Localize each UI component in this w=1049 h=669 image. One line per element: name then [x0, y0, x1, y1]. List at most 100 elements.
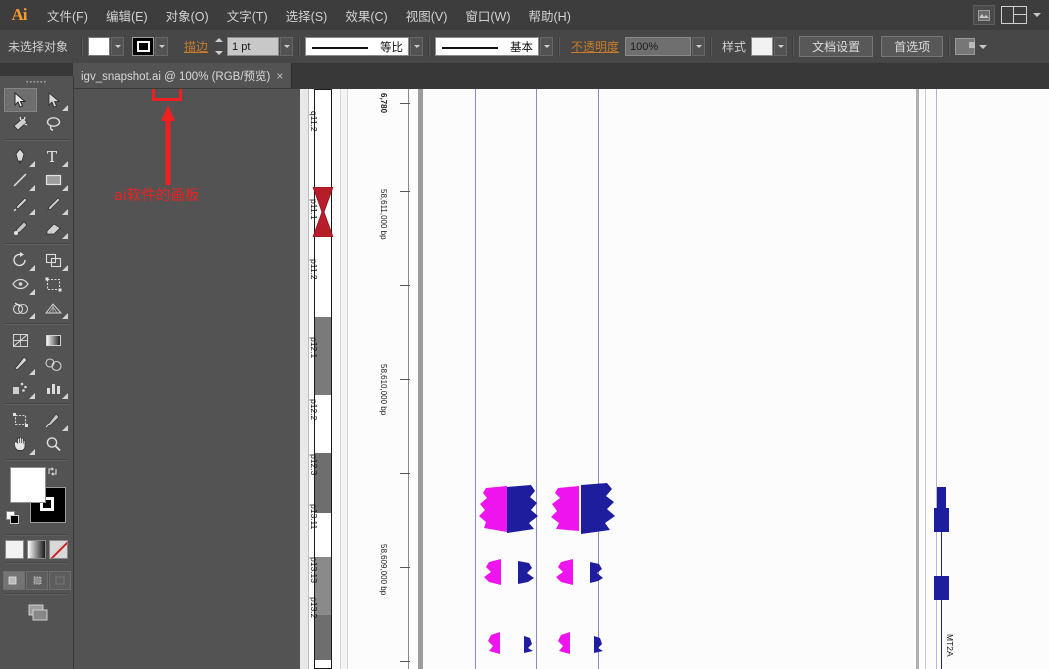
opacity-field[interactable]: 100%: [625, 37, 692, 56]
tool-flyout-icon[interactable]: [61, 105, 68, 111]
tool-flyout-icon[interactable]: [61, 265, 68, 271]
close-icon[interactable]: ×: [276, 70, 283, 82]
tool-flyout-icon[interactable]: [61, 185, 68, 191]
pen-tool[interactable]: [4, 144, 37, 168]
brush-dropdown-icon[interactable]: [540, 37, 554, 56]
annotation-text: ai软件的画板: [114, 188, 200, 204]
document-arrange-icon[interactable]: [955, 38, 976, 55]
menu-select[interactable]: 选择(S): [277, 0, 337, 30]
line-segment-tool[interactable]: [4, 168, 37, 192]
tool-flyout-icon[interactable]: [28, 161, 35, 167]
igv-snapshot-artwork: q11.2 p11.1 p11.2 p12.1 p12.2 p12.3 p13.…: [300, 89, 1049, 669]
screen-mode-group: [0, 603, 73, 628]
style-dropdown-icon[interactable]: [774, 37, 788, 56]
mesh-tool[interactable]: [4, 328, 37, 352]
opacity-dropdown-icon[interactable]: [692, 37, 706, 56]
preferences-button[interactable]: 首选项: [881, 36, 944, 57]
brush-definition-select[interactable]: 基本: [435, 37, 540, 56]
default-fill-stroke-icon[interactable]: [6, 511, 19, 524]
none-swatch-mode[interactable]: [49, 540, 68, 559]
eraser-tool[interactable]: [37, 216, 70, 240]
change-screen-mode-icon[interactable]: [22, 603, 52, 628]
draw-normal-icon[interactable]: [2, 571, 25, 590]
menu-view[interactable]: 视图(V): [397, 0, 457, 30]
menu-effect[interactable]: 效果(C): [336, 0, 396, 30]
blend-tool[interactable]: [37, 352, 70, 376]
chevron-down-icon[interactable]: [1033, 13, 1041, 17]
menu-type[interactable]: 文字(T): [218, 0, 277, 30]
menu-help[interactable]: 帮助(H): [520, 0, 580, 30]
fill-swatch-large[interactable]: [10, 467, 46, 503]
profile-dropdown-icon[interactable]: [410, 37, 424, 56]
stroke-dropdown-icon[interactable]: [155, 37, 169, 56]
direct-selection-tool[interactable]: [37, 88, 70, 112]
symbol-sprayer-tool[interactable]: [4, 376, 37, 400]
tool-flyout-icon[interactable]: [28, 449, 35, 455]
draw-inside-icon[interactable]: [48, 571, 71, 590]
shape-builder-tool[interactable]: [4, 296, 37, 320]
selection-tool[interactable]: [3, 88, 37, 112]
color-swatch-mode[interactable]: [5, 540, 24, 559]
menu-window[interactable]: 窗口(W): [456, 0, 519, 30]
ruler-top-label: 6,780: [379, 93, 388, 114]
ideogram-band-label: p13.2: [309, 597, 319, 619]
stroke-profile-select[interactable]: 等比: [305, 37, 410, 56]
stroke-weight-field[interactable]: 1 pt: [227, 37, 280, 56]
document-tab[interactable]: igv_snapshot.ai @ 100% (RGB/预览) ×: [73, 63, 293, 88]
eyedropper-tool[interactable]: [4, 352, 37, 376]
tool-flyout-icon[interactable]: [61, 313, 68, 319]
artboard-tool[interactable]: [4, 408, 37, 432]
igv-track-divider: [418, 89, 423, 669]
paintbrush-tool[interactable]: [4, 192, 37, 216]
tool-flyout-icon[interactable]: [28, 393, 35, 399]
panel-grip[interactable]: ▪▪▪▪▪▪: [0, 76, 73, 88]
tool-flyout-icon[interactable]: [28, 265, 35, 271]
arrange-dropdown-icon[interactable]: [979, 44, 988, 49]
tool-flyout-icon[interactable]: [28, 369, 35, 375]
tool-flyout-icon[interactable]: [61, 233, 68, 239]
tool-flyout-icon[interactable]: [28, 185, 35, 191]
tool-flyout-icon[interactable]: [28, 209, 35, 215]
perspective-grid-tool[interactable]: [37, 296, 70, 320]
scale-tool[interactable]: [37, 248, 70, 272]
pencil-tool[interactable]: [37, 192, 70, 216]
width-tool[interactable]: [4, 272, 37, 296]
fill-dropdown-icon[interactable]: [111, 37, 125, 56]
type-tool[interactable]: T: [37, 144, 70, 168]
tool-flyout-icon[interactable]: [61, 209, 68, 215]
swap-fill-stroke-icon[interactable]: [47, 464, 58, 476]
gradient-tool[interactable]: [37, 328, 70, 352]
fill-color-swatch[interactable]: [88, 37, 111, 56]
menu-file[interactable]: 文件(F): [38, 0, 97, 30]
slice-tool[interactable]: [37, 408, 70, 432]
lasso-tool[interactable]: [37, 112, 70, 136]
tool-flyout-icon[interactable]: [28, 289, 35, 295]
free-transform-tool[interactable]: [37, 272, 70, 296]
tool-flyout-icon[interactable]: [61, 425, 68, 431]
magic-wand-tool[interactable]: [4, 112, 37, 136]
stroke-weight-stepper[interactable]: [214, 38, 225, 55]
rotate-tool[interactable]: [4, 248, 37, 272]
rectangle-tool[interactable]: [37, 168, 70, 192]
hand-tool[interactable]: [4, 432, 37, 456]
document-canvas[interactable]: ai软件的画板 q11.2 p11.1 p11.2 p12.1 p12.2 p1…: [74, 89, 1049, 669]
opacity-label[interactable]: 不透明度: [565, 38, 625, 55]
tool-flyout-icon[interactable]: [28, 313, 35, 319]
blob-brush-tool[interactable]: [4, 216, 37, 240]
bridge-icon[interactable]: [973, 5, 995, 25]
graphic-style-swatch[interactable]: [751, 37, 774, 56]
stroke-label[interactable]: 描边: [178, 38, 214, 55]
coverage-peak: [556, 632, 570, 660]
tool-flyout-icon[interactable]: [61, 161, 68, 167]
workspace-switcher-icon[interactable]: [1001, 6, 1027, 24]
stroke-weight-dropdown-icon[interactable]: [280, 37, 294, 56]
stroke-color-swatch[interactable]: [132, 37, 155, 56]
tool-flyout-icon[interactable]: [61, 393, 68, 399]
gradient-swatch-mode[interactable]: [27, 540, 46, 559]
zoom-tool[interactable]: [37, 432, 70, 456]
draw-behind-icon[interactable]: [25, 571, 48, 590]
menu-object[interactable]: 对象(O): [157, 0, 218, 30]
menu-edit[interactable]: 编辑(E): [97, 0, 157, 30]
column-graph-tool[interactable]: [37, 376, 70, 400]
document-setup-button[interactable]: 文档设置: [799, 36, 874, 57]
